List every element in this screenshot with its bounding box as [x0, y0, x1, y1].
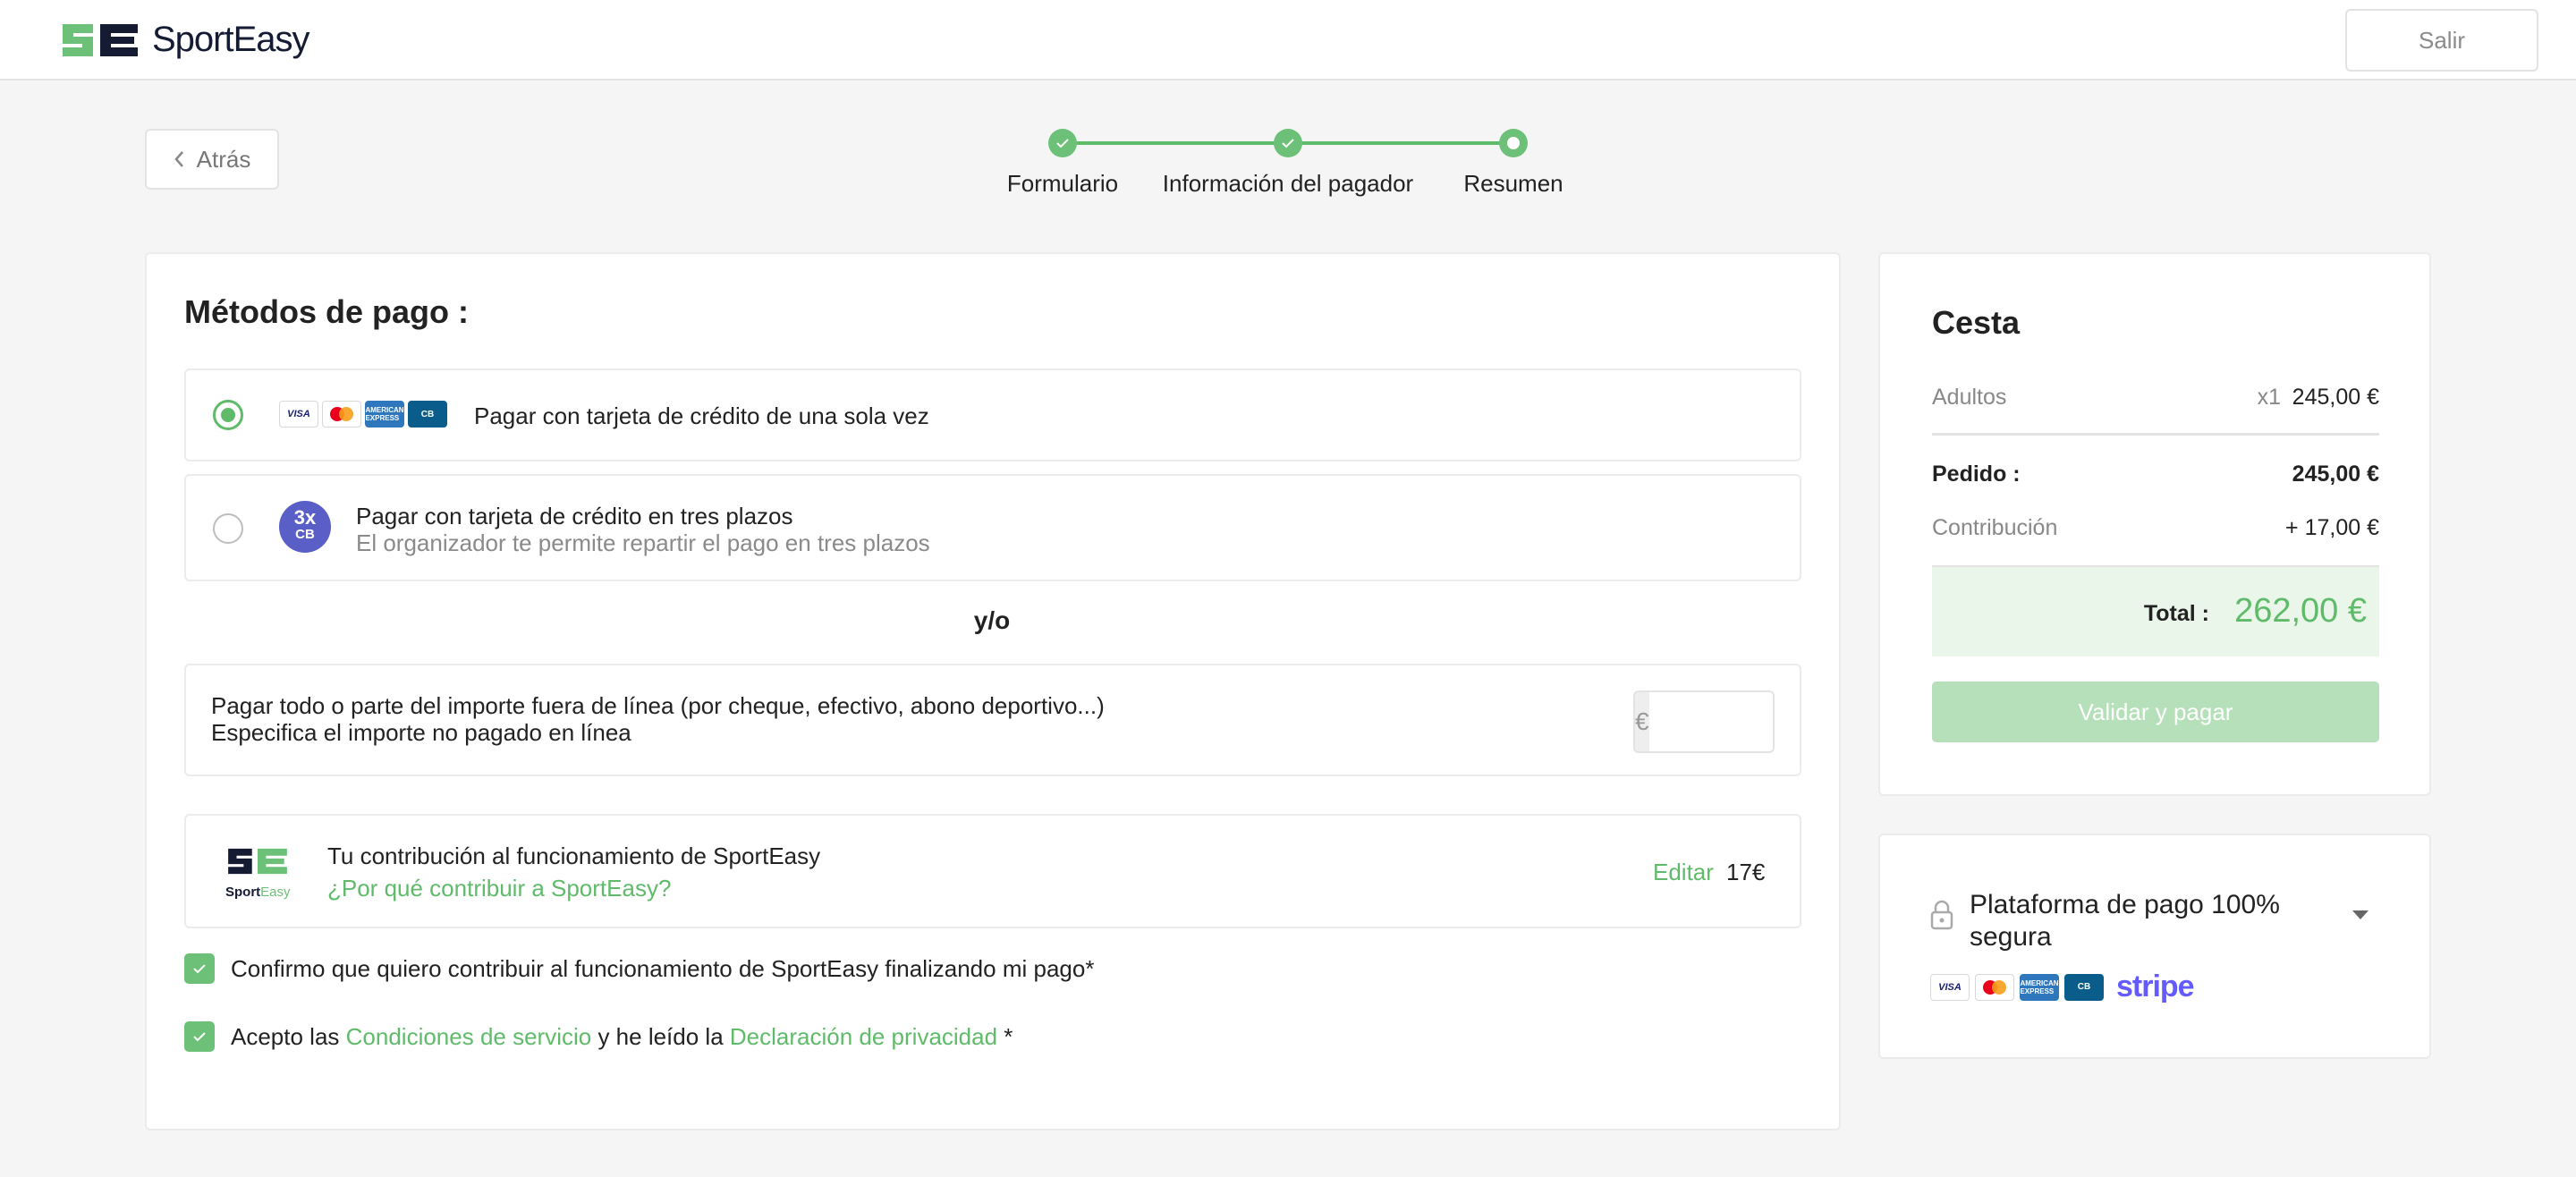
- mastercard-icon: [322, 401, 361, 428]
- confirm-contribution-checkbox[interactable]: [184, 953, 215, 984]
- stripe-logo: stripe: [2116, 970, 2195, 1003]
- payment-methods-title: Métodos de pago :: [184, 293, 469, 330]
- order-row: Pedido : 245,00 €: [1932, 461, 2379, 487]
- step-connector: [1301, 141, 1508, 145]
- radio-installments[interactable]: [213, 513, 243, 544]
- order-label: Pedido :: [1932, 461, 2021, 487]
- installments-sublabel: El organizador te permite repartir el pa…: [356, 529, 930, 556]
- step-resumen-current: [1499, 129, 1528, 157]
- cart-title: Cesta: [1932, 304, 2021, 341]
- euro-prefix: €: [1635, 692, 1649, 751]
- card-brands: VISA AMERICAN EXPRESS CB: [279, 401, 447, 428]
- edit-contribution-link[interactable]: Editar: [1653, 859, 1714, 886]
- exit-button[interactable]: Salir: [2345, 9, 2538, 72]
- terms-row[interactable]: Acepto las Condiciones de servicio y he …: [184, 1021, 1013, 1052]
- amex-icon: AMERICAN EXPRESS: [2020, 973, 2059, 1001]
- cart-divider: [1932, 433, 2379, 436]
- installments-label: Pagar con tarjeta de crédito en tres pla…: [356, 503, 793, 529]
- contribution-value: + 17,00 €: [2285, 515, 2379, 540]
- step-connector: [1077, 141, 1288, 145]
- sporteasy-logo[interactable]: SportEasy: [59, 20, 310, 60]
- cart-item-row: Adultos x1 245,00 €: [1932, 385, 2379, 411]
- visa-icon: VISA: [279, 401, 318, 428]
- se-logo-icon: [228, 848, 287, 875]
- secure-card-brands: VISA AMERICAN EXPRESS CB stripe: [1930, 970, 2195, 1004]
- contribution-row: Contribución + 17,00 €: [1932, 515, 2379, 541]
- contribution-label: Contribución: [1932, 515, 2058, 540]
- back-label: Atrás: [196, 145, 251, 173]
- contribution-box: SportEasy Tu contribución al funcionamie…: [184, 814, 1801, 928]
- check-icon: [1282, 139, 1294, 148]
- payment-option-installments[interactable]: 3x CB Pagar con tarjeta de crédito en tr…: [184, 474, 1801, 581]
- payment-option-single[interactable]: VISA AMERICAN EXPRESS CB Pagar con tarje…: [184, 368, 1801, 461]
- total-box: Total : 262,00 €: [1932, 565, 2379, 656]
- offline-amount-input[interactable]: [1648, 692, 1773, 751]
- step-label-resumen: Resumen: [1463, 170, 1563, 197]
- terms-checkbox[interactable]: [184, 1021, 215, 1052]
- offline-payment-box: Pagar todo o parte del importe fuera de …: [184, 664, 1801, 776]
- total-value: 262,00 €: [2234, 592, 2367, 630]
- brand-name: SportEasy: [152, 20, 310, 59]
- back-button[interactable]: Atrás: [145, 129, 279, 190]
- and-or-separator: y/o: [973, 606, 1011, 634]
- step-pagador-done: [1274, 129, 1302, 157]
- visa-icon: VISA: [1930, 973, 1970, 1001]
- contribution-title: Tu contribución al funcionamiento de Spo…: [327, 843, 821, 869]
- secure-payment-title: Plataforma de pago 100% segura: [1970, 890, 2280, 952]
- why-contribute-link[interactable]: ¿Por qué contribuir a SportEasy?: [327, 875, 671, 902]
- three-installments-badge-icon: 3x CB: [279, 501, 331, 553]
- top-header: SportEasy Salir: [0, 0, 2576, 80]
- single-payment-label: Pagar con tarjeta de crédito de una sola…: [474, 402, 929, 429]
- terms-of-service-link[interactable]: Condiciones de servicio: [346, 1023, 592, 1050]
- confirm-contribution-row[interactable]: Confirmo que quiero contribuir al funcio…: [184, 953, 1094, 984]
- validate-and-pay-button[interactable]: Validar y pagar: [1932, 682, 2379, 742]
- cart-item-price: 245,00 €: [2292, 385, 2379, 410]
- se-logo-icon: [63, 23, 138, 56]
- order-value: 245,00 €: [2292, 461, 2379, 487]
- terms-label: Acepto las Condiciones de servicio y he …: [231, 1022, 1013, 1050]
- confirm-contribution-label: Confirmo que quiero contribuir al funcio…: [231, 954, 1095, 982]
- step-label-formulario: Formulario: [1006, 170, 1119, 197]
- privacy-policy-link[interactable]: Declaración de privacidad: [730, 1023, 997, 1050]
- sporteasy-mini-logo: SportEasy: [225, 844, 293, 900]
- check-icon: [1056, 139, 1069, 148]
- chevron-down-icon[interactable]: [2351, 909, 2370, 921]
- total-label: Total :: [2143, 601, 2209, 626]
- contribution-amount: 17€: [1726, 859, 1766, 885]
- amex-icon: AMERICAN EXPRESS: [365, 401, 404, 428]
- cart-item-qty: x1: [2257, 385, 2281, 410]
- check-icon: [193, 964, 206, 974]
- check-icon: [193, 1032, 206, 1042]
- radio-single-selected[interactable]: [213, 400, 243, 430]
- offline-line-1: Pagar todo o parte del importe fuera de …: [211, 692, 1105, 719]
- step-label-pagador: Información del pagador: [1162, 170, 1414, 197]
- cart-item-name: Adultos: [1932, 385, 2007, 410]
- step-formulario-done: [1048, 129, 1077, 157]
- offline-amount-field[interactable]: €: [1633, 690, 1775, 753]
- cb-icon: CB: [2064, 973, 2104, 1001]
- cb-icon: CB: [408, 401, 447, 428]
- offline-line-2: Especifica el importe no pagado en línea: [211, 719, 631, 746]
- lock-icon: [1930, 900, 1953, 930]
- mastercard-icon: [1975, 973, 2014, 1001]
- chevron-left-icon: [174, 151, 183, 167]
